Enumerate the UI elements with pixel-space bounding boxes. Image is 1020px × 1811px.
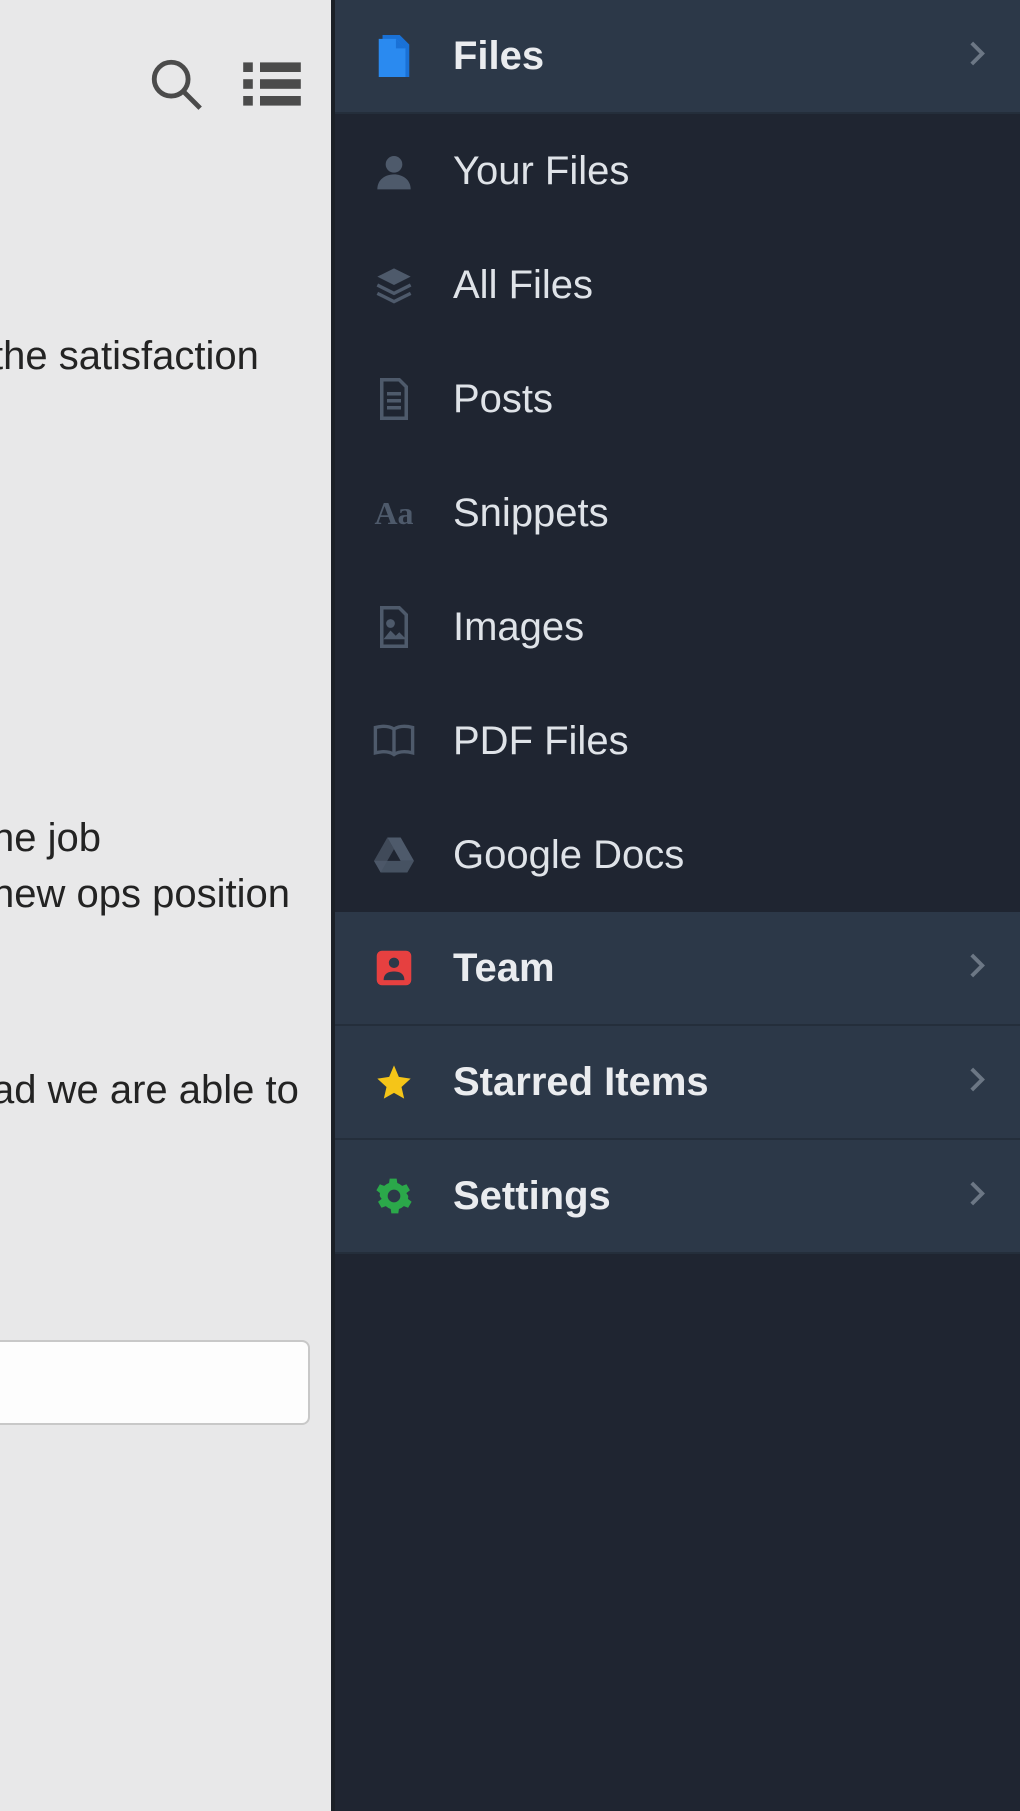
star-icon <box>371 1062 417 1102</box>
text-fragment: ne job <box>0 810 101 866</box>
text-fragment: ad we are able to <box>0 1062 299 1118</box>
sidebar-item-snippets[interactable]: Aa Snippets <box>335 456 1020 570</box>
sidebar-item-posts[interactable]: Posts <box>335 342 1020 456</box>
chevron-right-icon <box>968 952 986 985</box>
image-icon <box>371 606 417 648</box>
chevron-right-icon <box>968 1066 986 1099</box>
list-icon[interactable] <box>243 60 301 113</box>
sidebar-item-pdf-files[interactable]: PDF Files <box>335 684 1020 798</box>
top-toolbar <box>147 55 301 118</box>
sidebar-section-files[interactable]: Files <box>335 0 1020 114</box>
item-label: Images <box>453 605 584 650</box>
document-icon <box>371 378 417 420</box>
item-label: Your Files <box>453 149 629 194</box>
text-fragment: new ops position <box>0 866 290 922</box>
sidebar-item-images[interactable]: Images <box>335 570 1020 684</box>
files-icon <box>371 35 417 77</box>
chat-pane-fragment: the satisfaction ne job new ops position… <box>0 0 335 1811</box>
sidebar-item-google-docs[interactable]: Google Docs <box>335 798 1020 912</box>
chevron-right-icon <box>968 1180 986 1213</box>
sidebar-empty-space <box>335 1254 1020 1811</box>
sidebar-item-all-files[interactable]: All Files <box>335 228 1020 342</box>
google-drive-icon <box>371 837 417 873</box>
section-label: Starred Items <box>453 1060 709 1105</box>
text-aa-icon: Aa <box>371 495 417 532</box>
section-label: Settings <box>453 1174 611 1219</box>
item-label: Snippets <box>453 491 609 536</box>
stack-icon <box>371 265 417 305</box>
sidebar-section-settings[interactable]: Settings <box>335 1140 1020 1254</box>
book-icon <box>371 723 417 759</box>
search-icon[interactable] <box>147 55 205 118</box>
item-label: PDF Files <box>453 719 629 764</box>
text-fragment: the satisfaction <box>0 328 259 384</box>
sidebar-section-team[interactable]: Team <box>335 912 1020 1026</box>
item-label: Posts <box>453 377 553 422</box>
section-label: Team <box>453 946 555 991</box>
team-icon <box>371 949 417 987</box>
message-input-fragment[interactable] <box>0 1340 310 1425</box>
chevron-right-icon <box>968 40 986 73</box>
person-icon <box>371 151 417 191</box>
item-label: All Files <box>453 263 593 308</box>
sidebar-item-your-files[interactable]: Your Files <box>335 114 1020 228</box>
section-label: Files <box>453 34 544 79</box>
flex-sidebar: Files Your Files All Files Posts Aa Snip… <box>335 0 1020 1811</box>
gear-icon <box>371 1177 417 1215</box>
item-label: Google Docs <box>453 833 684 878</box>
sidebar-section-starred[interactable]: Starred Items <box>335 1026 1020 1140</box>
